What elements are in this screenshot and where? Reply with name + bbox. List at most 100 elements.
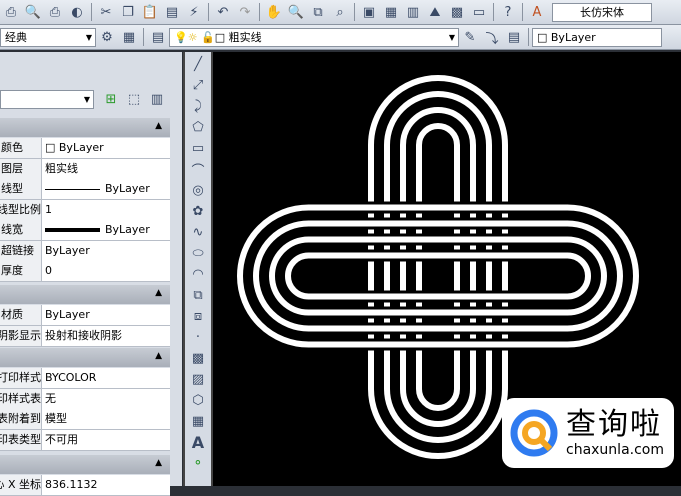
property-row[interactable]: 阴影显示 投射和接收阴影 — [0, 325, 170, 347]
ellipse-arc-icon[interactable]: ◠ — [189, 265, 207, 283]
ellipse-icon[interactable]: ⬭ — [189, 244, 207, 262]
property-row[interactable]: 材质 ByLayer — [0, 305, 170, 326]
plot-preview-icon[interactable]: 🔍 — [24, 3, 42, 21]
property-value[interactable]: 无 — [42, 389, 170, 409]
match-properties-icon[interactable]: ▤ — [163, 3, 181, 21]
hatch-icon[interactable]: ▩ — [189, 349, 207, 367]
property-row[interactable]: 线型比例 1 — [0, 199, 170, 221]
section-header-plot[interactable]: ▲ — [0, 348, 170, 367]
property-row[interactable]: 打印样式表无 — [0, 388, 170, 410]
property-value[interactable]: BYCOLOR — [42, 368, 170, 388]
collapse-icon[interactable]: ▲ — [155, 121, 162, 131]
calculator-icon[interactable]: ▭ — [470, 3, 488, 21]
property-value[interactable]: 不可用 — [42, 430, 170, 450]
property-value[interactable]: □ ByLayer — [42, 138, 170, 158]
quick-select-icon[interactable]: ▥ — [148, 90, 166, 108]
text-font-combo[interactable]: 长仿宋体 — [552, 2, 652, 22]
section-header-view[interactable]: ▲ — [0, 455, 170, 474]
multiline-text-icon[interactable]: A — [189, 433, 207, 452]
copy-icon[interactable]: ❐ — [119, 3, 137, 21]
insert-block-icon[interactable]: ⧉ — [189, 286, 207, 304]
layer-properties-icon[interactable]: ▤ — [149, 28, 167, 46]
make-block-icon[interactable]: ⧈ — [189, 307, 207, 325]
property-value[interactable]: ByLayer — [42, 241, 170, 261]
markup-icon[interactable]: ▩ — [448, 3, 466, 21]
tool-palettes-icon[interactable]: ▥ — [404, 3, 422, 21]
rectangle-icon[interactable]: ▭ — [189, 139, 207, 157]
table-icon[interactable]: ▦ — [189, 412, 207, 430]
property-value[interactable]: ByLayer — [42, 220, 170, 240]
revision-cloud-icon[interactable]: ✿ — [189, 202, 207, 220]
workspace-combo[interactable]: 经典 ▼ — [0, 27, 96, 47]
zoom-realtime-icon[interactable]: 🔍 — [287, 3, 305, 21]
property-row[interactable]: 打印表类型不可用 — [0, 429, 170, 451]
3d-dwf-icon[interactable]: ◐ — [68, 3, 86, 21]
property-row[interactable]: 打印样式 BYCOLOR — [0, 368, 170, 389]
property-value[interactable]: ByLayer — [42, 305, 170, 325]
add-selected-icon[interactable]: ⚬ — [189, 454, 207, 472]
gradient-icon[interactable]: ▨ — [189, 370, 207, 388]
plot-icon[interactable]: ⎙ — [2, 3, 20, 21]
polygon-icon[interactable]: ⬠ — [189, 118, 207, 136]
gear-icon[interactable]: ⚙ — [98, 28, 116, 46]
publish-icon[interactable]: ⎙ — [46, 3, 64, 21]
property-value[interactable]: 投射和接收阴影 — [42, 326, 170, 346]
properties-icon[interactable]: ▣ — [360, 3, 378, 21]
workspace-settings-icon[interactable]: ▦ — [120, 28, 138, 46]
property-value-text: 无 — [45, 391, 56, 405]
toggle-pickadd-icon[interactable]: ⊞ — [102, 90, 120, 108]
spline-icon[interactable]: ∿ — [189, 223, 207, 241]
text-style-icon[interactable]: A — [528, 3, 546, 21]
select-objects-icon[interactable]: ⬚ — [125, 90, 143, 108]
chevron-down-icon: ▼ — [85, 32, 92, 42]
property-row[interactable]: 厚度 0 — [0, 261, 170, 282]
zoom-window-icon[interactable]: ⧉ — [309, 3, 327, 21]
property-row[interactable]: 打印表附着到模型 — [0, 409, 170, 430]
arc-icon[interactable]: ⌒ — [189, 160, 207, 179]
zoom-previous-icon[interactable]: ⌕ — [331, 3, 349, 21]
property-value[interactable]: 模型 — [42, 409, 170, 429]
watermark-url: chaxunla.com — [566, 442, 664, 458]
cut-icon[interactable]: ✂ — [97, 3, 115, 21]
region-icon[interactable]: ⬡ — [189, 391, 207, 409]
section-header-3d[interactable]: ▲ — [0, 285, 170, 304]
point-icon[interactable]: · — [189, 328, 207, 346]
layer-previous-icon[interactable]: ⤵ — [483, 28, 501, 47]
make-layer-current-icon[interactable]: ✎ — [461, 28, 479, 46]
property-value-text: 投射和接收阴影 — [45, 328, 122, 342]
redo-icon[interactable]: ↷ — [236, 3, 254, 21]
design-center-icon[interactable]: ▦ — [382, 3, 400, 21]
property-value-text: ByLayer — [45, 308, 90, 321]
layer-state-icon[interactable]: ▤ — [505, 28, 523, 46]
collapse-icon[interactable]: ▲ — [155, 288, 162, 298]
property-row[interactable]: 线宽 ByLayer — [0, 220, 170, 241]
color-combo[interactable]: □ ByLayer — [532, 27, 662, 47]
block-editor-icon[interactable]: ⚡ — [185, 3, 203, 21]
construction-line-icon[interactable]: ⤢ — [189, 76, 207, 94]
polyline-icon[interactable]: ⤸ — [189, 97, 207, 115]
collapse-icon[interactable]: ▲ — [155, 351, 162, 361]
property-value-text: ByLayer — [105, 223, 150, 236]
property-value[interactable]: 0 — [42, 261, 170, 281]
line-icon[interactable]: ╱ — [189, 55, 207, 73]
sheet-set-icon[interactable]: ⛰ — [426, 3, 444, 21]
property-row[interactable]: 线型 ByLayer — [0, 179, 170, 200]
layer-combo[interactable]: 💡☼ 🔓 □ 粗实线 ▼ — [169, 27, 459, 47]
property-value[interactable]: 粗实线 — [42, 159, 170, 179]
property-value[interactable]: 1 — [42, 200, 170, 220]
help-icon[interactable]: ? — [499, 3, 517, 21]
property-row[interactable]: 图层 粗实线 — [0, 158, 170, 180]
property-value[interactable]: ByLayer — [42, 179, 170, 199]
separator — [493, 3, 494, 21]
undo-icon[interactable]: ↶ — [214, 3, 232, 21]
property-value[interactable]: 836.1132 — [42, 475, 170, 495]
paste-icon[interactable]: 📋 — [141, 3, 159, 21]
pan-icon[interactable]: ✋ — [265, 3, 283, 21]
property-row[interactable]: 颜色 □ ByLayer — [0, 138, 170, 159]
circle-icon[interactable]: ◎ — [189, 181, 207, 199]
property-value-text: ByLayer — [45, 243, 90, 257]
collapse-icon[interactable]: ▲ — [155, 458, 162, 468]
selection-combo[interactable]: ▼ — [0, 90, 94, 109]
section-header-general[interactable]: ▲ — [0, 118, 170, 137]
property-row[interactable]: 超链接 ByLayer — [0, 240, 170, 262]
